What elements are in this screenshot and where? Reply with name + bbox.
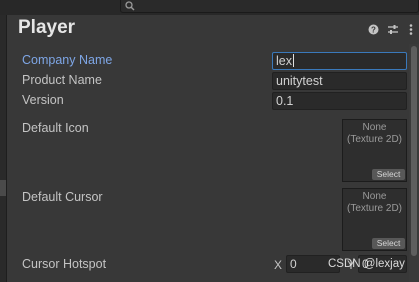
svg-text:?: ? bbox=[371, 26, 376, 35]
default-icon-slot-text: None (Texture 2D) bbox=[346, 122, 402, 145]
more-options-icon[interactable] bbox=[409, 24, 413, 35]
company-name-value: lex bbox=[276, 54, 292, 68]
default-icon-label: Default Icon bbox=[22, 121, 89, 135]
default-cursor-slot[interactable]: None (Texture 2D) Select bbox=[342, 188, 407, 251]
version-value: 0.1 bbox=[276, 94, 294, 108]
watermark-text: CSDN @lexjay bbox=[328, 258, 405, 270]
text-caret bbox=[292, 54, 294, 67]
product-name-value: unitytest bbox=[276, 74, 323, 88]
help-icon[interactable]: ? bbox=[368, 24, 379, 35]
product-name-field[interactable]: unitytest bbox=[272, 72, 407, 90]
default-icon-slot[interactable]: None (Texture 2D) Select bbox=[342, 119, 407, 182]
cursor-hotspot-label: Cursor Hotspot bbox=[22, 257, 107, 271]
left-gutter bbox=[0, 15, 7, 282]
scrollbar-thumb[interactable] bbox=[411, 46, 417, 256]
gutter-tab[interactable] bbox=[0, 180, 6, 196]
inspector-window: Player ? Company Name lex Product Name u… bbox=[0, 0, 419, 282]
search-icon bbox=[125, 1, 135, 11]
top-toolbar bbox=[0, 0, 419, 15]
default-cursor-slot-text: None (Texture 2D) bbox=[346, 191, 402, 214]
hotspot-x-value: 0 bbox=[290, 257, 297, 271]
page-title: Player bbox=[18, 17, 76, 38]
product-name-label: Product Name bbox=[22, 73, 102, 87]
version-field[interactable]: 0.1 bbox=[272, 92, 407, 110]
company-name-label: Company Name bbox=[22, 53, 113, 67]
default-cursor-label: Default Cursor bbox=[22, 190, 103, 204]
default-cursor-select-button[interactable]: Select bbox=[372, 238, 405, 249]
version-label: Version bbox=[22, 93, 64, 107]
vertical-scrollbar[interactable] bbox=[409, 44, 419, 282]
company-name-field[interactable]: lex bbox=[272, 52, 407, 70]
search-input[interactable] bbox=[120, 0, 419, 13]
hotspot-x-label: X bbox=[274, 258, 283, 272]
default-icon-select-button[interactable]: Select bbox=[372, 169, 405, 180]
preset-icon[interactable] bbox=[387, 24, 399, 35]
